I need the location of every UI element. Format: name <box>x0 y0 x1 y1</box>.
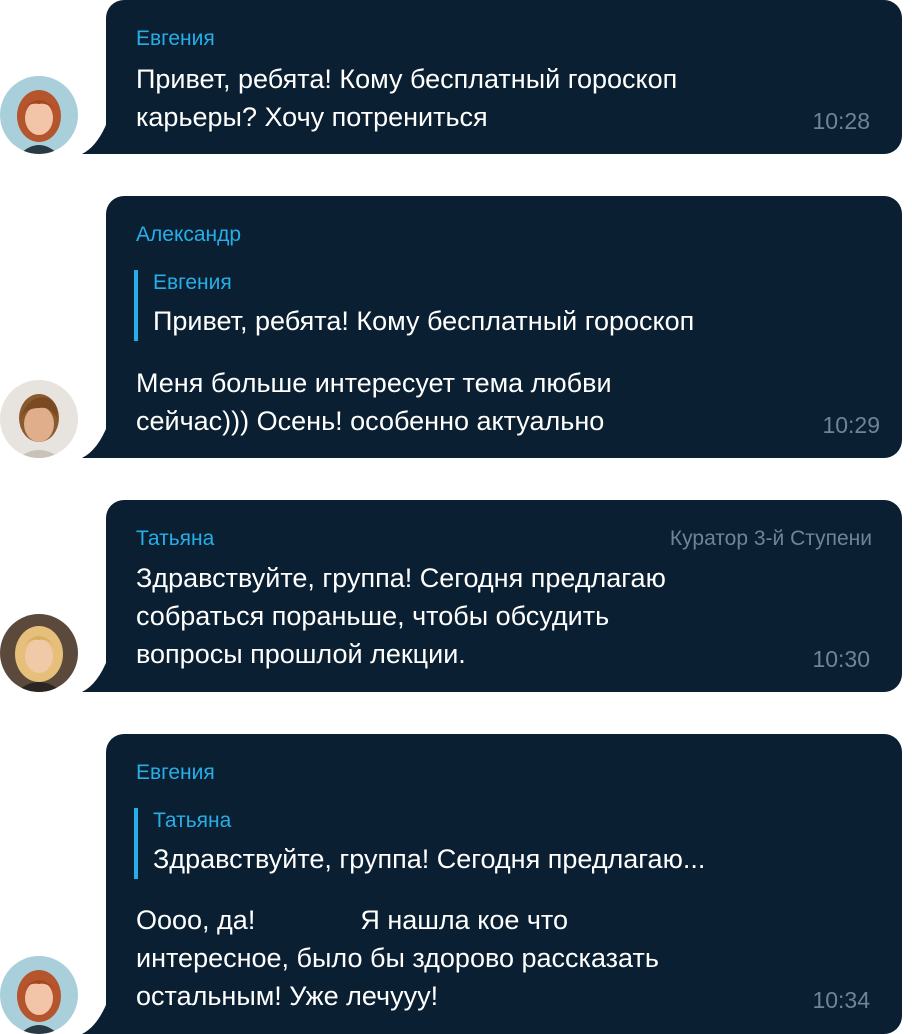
message-bubble[interactable]: Александр Евгения Привет, ребята! Кому б… <box>106 196 902 458</box>
sender-name[interactable]: Татьяна <box>136 527 214 551</box>
message-bubble[interactable]: Евгения Татьяна Здравствуйте, группа! Се… <box>106 734 902 1034</box>
avatar[interactable] <box>0 956 78 1034</box>
message-time: 10:34 <box>812 987 870 1013</box>
chat-message: Татьяна Куратор 3-й Ступени Здравствуйте… <box>0 500 912 694</box>
message-text: Здравствуйте, группа! Сегодня предлагаю … <box>136 563 666 669</box>
avatar[interactable] <box>0 76 78 154</box>
reply-quote[interactable]: Татьяна Здравствуйте, группа! Сегодня пр… <box>134 808 873 879</box>
message-time: 10:30 <box>812 646 870 672</box>
user-photo-icon <box>0 380 78 458</box>
chat-message: Евгения Привет, ребята! Кому бесплатный … <box>0 0 912 156</box>
message-time: 10:28 <box>812 108 870 134</box>
reply-sender: Евгения <box>153 271 232 294</box>
message-text: Привет, ребята! Кому бесплатный гороскоп… <box>136 64 678 132</box>
avatar[interactable] <box>0 614 78 692</box>
reply-text: Привет, ребята! Кому бесплатный гороскоп <box>153 306 695 336</box>
user-photo-icon <box>0 614 78 692</box>
message-bubble[interactable]: Евгения Привет, ребята! Кому бесплатный … <box>106 0 902 154</box>
bubble-tail <box>82 658 108 692</box>
sender-role-badge: Куратор 3-й Ступени <box>669 527 872 550</box>
message-text: Оооо, да! Я нашла кое что интересное, бы… <box>136 905 659 1011</box>
chat-message: Евгения Татьяна Здравствуйте, группа! Се… <box>0 734 912 1034</box>
avatar[interactable] <box>0 380 78 458</box>
user-photo-icon <box>0 956 78 1034</box>
sender-name[interactable]: Евгения <box>136 761 215 785</box>
message-text: Меня больше интересует тема любви сейчас… <box>136 368 612 436</box>
reply-quote[interactable]: Евгения Привет, ребята! Кому бесплатный … <box>134 270 873 341</box>
message-bubble[interactable]: Татьяна Куратор 3-й Ступени Здравствуйте… <box>106 500 902 692</box>
sender-name[interactable]: Евгения <box>136 27 215 51</box>
reply-sender: Татьяна <box>153 809 232 832</box>
bubble-tail <box>82 120 108 154</box>
message-time: 10:29 <box>822 412 880 438</box>
chat-message: Александр Евгения Привет, ребята! Кому б… <box>0 196 912 460</box>
bubble-tail <box>82 1000 108 1034</box>
bubble-tail <box>82 424 108 458</box>
sender-name[interactable]: Александр <box>136 223 241 247</box>
reply-text: Здравствуйте, группа! Сегодня предлагаю.… <box>153 844 706 874</box>
user-photo-icon <box>0 76 78 154</box>
